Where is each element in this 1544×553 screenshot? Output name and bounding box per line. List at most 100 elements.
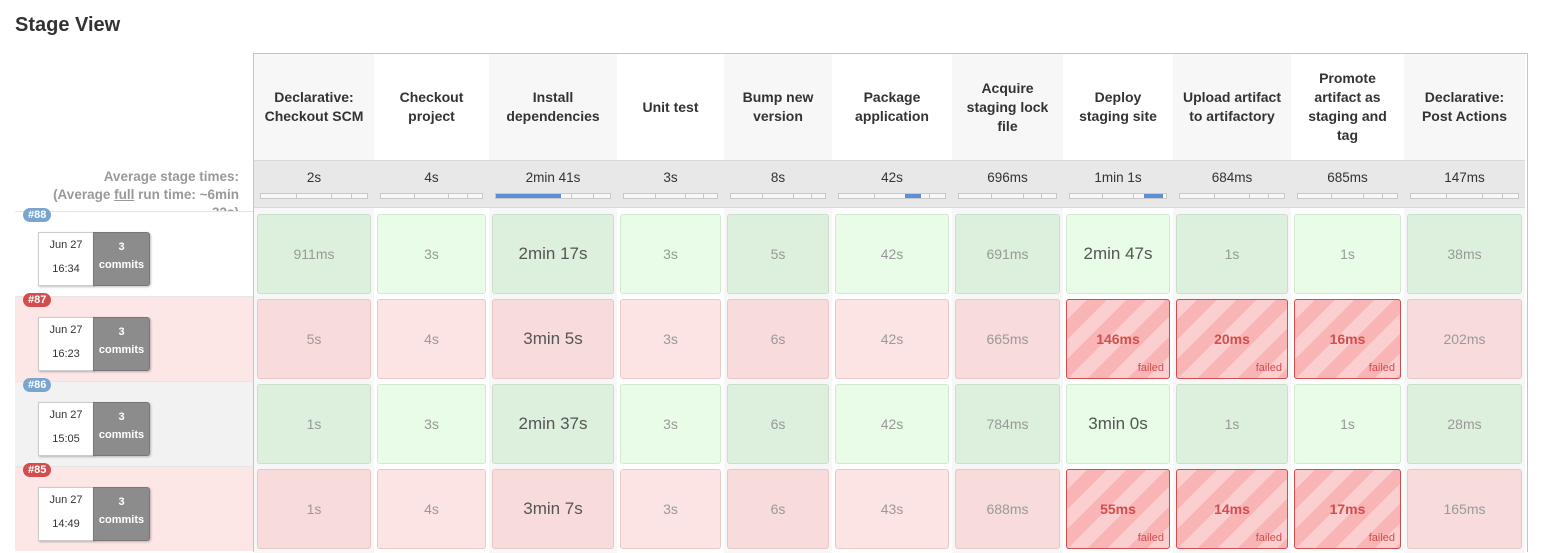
stage-duration: 3min 5s (523, 329, 583, 348)
commits-count: 3 (118, 411, 125, 423)
stage-duration: 3s (424, 416, 439, 432)
run-date-box: Jun 27 16:23 (38, 317, 94, 371)
stage-cell[interactable]: 1s (1176, 214, 1288, 294)
stage-header: Deploy staging site (1079, 89, 1157, 124)
run-summary[interactable]: Jun 27 16:23 3 commits #87 (15, 293, 253, 381)
stage-duration: 691ms (986, 246, 1029, 262)
build-number-badge[interactable]: #88 (23, 208, 52, 222)
stage-duration: 1s (1340, 246, 1355, 262)
full-run-link[interactable]: full (114, 187, 134, 202)
stage-cell[interactable]: 5s (257, 299, 371, 379)
stage-cell[interactable]: 1s (1294, 384, 1401, 464)
bar-tick (685, 194, 687, 198)
stage-cell[interactable]: 42s (835, 214, 949, 294)
stage-cell[interactable]: 43s (835, 469, 949, 549)
page-title: Stage View (15, 14, 121, 36)
stage-cell[interactable]: 2min 17s (492, 214, 614, 294)
stage-cell[interactable]: 665ms (955, 299, 1060, 379)
bar-tick (592, 194, 594, 198)
run-summary[interactable]: Jun 27 14:49 3 commits #85 (15, 463, 253, 551)
commits-button[interactable]: 3 commits (93, 487, 150, 541)
stage-cell[interactable]: 1s (257, 469, 371, 549)
stage-duration: 1s (1224, 416, 1240, 432)
run-time: 16:23 (52, 348, 80, 360)
stage-average-time: 42s (881, 170, 903, 185)
commits-button[interactable]: 3 commits (93, 232, 150, 286)
run-summary[interactable]: Jun 27 16:34 3 commits #88 (15, 208, 253, 296)
stage-duration: 3s (663, 331, 678, 347)
bar-tick (1501, 194, 1503, 198)
commits-button[interactable]: 3 commits (93, 317, 150, 371)
stage-cell[interactable]: 3min 0s (1066, 384, 1170, 464)
stage-cell[interactable]: 3min 7s (492, 469, 614, 549)
stage-cell[interactable]: 2min 47s (1066, 214, 1170, 294)
stage-duration: 6s (770, 331, 786, 347)
stage-average-time: 3s (663, 170, 678, 185)
stage-duration: 1s (306, 416, 322, 432)
stage-cell[interactable]: 3s (620, 214, 721, 294)
run-date: Jun 27 (49, 239, 83, 251)
stage-cell[interactable]: 202ms (1407, 299, 1522, 379)
run-date-box: Jun 27 14:49 (38, 487, 94, 541)
stage-cell[interactable]: 911ms (257, 214, 371, 294)
stage-cell[interactable]: 691ms (955, 214, 1060, 294)
stage-grid: Declarative: Checkout SCM 2s 911ms 5s 1s 1s Ch… (253, 53, 1528, 553)
bar-tick (1446, 194, 1448, 198)
stage-cell[interactable]: 42s (835, 384, 949, 464)
stage-average-time: 1min 1s (1094, 170, 1142, 185)
bar-tick (654, 194, 656, 198)
stage-cell[interactable]: 165ms (1407, 469, 1522, 549)
stage-cell[interactable]: 1s (1176, 384, 1288, 464)
stage-cell[interactable]: 20ms failed (1176, 299, 1288, 379)
stage-cell[interactable]: 3s (620, 469, 721, 549)
stage-cell[interactable]: 784ms (955, 384, 1060, 464)
stage-cell[interactable]: 4s (377, 469, 486, 549)
stage-cell[interactable]: 1s (257, 384, 371, 464)
stage-cell[interactable]: 3s (620, 384, 721, 464)
stage-average-time: 147ms (1444, 170, 1485, 185)
stage-cell[interactable]: 3s (620, 299, 721, 379)
stage-cell[interactable]: 28ms (1407, 384, 1522, 464)
build-number-badge[interactable]: #86 (23, 378, 52, 392)
stage-cell[interactable]: 1s (1294, 214, 1401, 294)
stage-duration: 911ms (293, 246, 335, 262)
stage-cell[interactable]: 5s (727, 214, 829, 294)
stage-cell[interactable]: 14ms failed (1176, 469, 1288, 549)
stage-cell[interactable]: 3s (377, 214, 486, 294)
run-summary[interactable]: Jun 27 15:05 3 commits #86 (15, 378, 253, 466)
stage-average-bar (260, 193, 368, 199)
stage-duration: 165ms (1443, 501, 1486, 517)
stage-average-bar (1297, 193, 1398, 199)
build-number-badge[interactable]: #87 (23, 293, 52, 307)
stage-cell[interactable]: 17ms failed (1294, 469, 1401, 549)
failed-label: failed (1137, 532, 1164, 544)
stage-cell[interactable]: 3min 5s (492, 299, 614, 379)
bar-tick (1268, 194, 1270, 198)
stage-duration: 5s (306, 331, 322, 347)
stage-cell[interactable]: 6s (727, 384, 829, 464)
stage-cell[interactable]: 146ms failed (1066, 299, 1170, 379)
stage-cell[interactable]: 55ms failed (1066, 469, 1170, 549)
stage-average-bar (623, 193, 718, 199)
stage-cell[interactable]: 38ms (1407, 214, 1522, 294)
stage-cell[interactable]: 6s (727, 469, 829, 549)
stage-duration: 2min 37s (518, 414, 588, 433)
commits-button[interactable]: 3 commits (93, 402, 150, 456)
stage-average: 696ms (952, 160, 1063, 208)
run-time: 15:05 (52, 433, 80, 445)
stage-cell[interactable]: 16ms failed (1294, 299, 1401, 379)
build-number-badge[interactable]: #85 (23, 463, 52, 477)
stage-cell[interactable]: 6s (727, 299, 829, 379)
stage-cell[interactable]: 2min 37s (492, 384, 614, 464)
stage-cell[interactable]: 4s (377, 299, 486, 379)
stage-average: 4s (374, 160, 489, 208)
stage-column: Deploy staging site 1min 1s 2min 47s 146ms f… (1063, 54, 1173, 553)
stage-duration: 42s (880, 416, 904, 432)
stage-cell[interactable]: 3s (377, 384, 486, 464)
scrollbar[interactable] (1528, 53, 1544, 552)
stage-duration: 3s (424, 246, 439, 262)
commits-label: commits (98, 429, 145, 441)
stage-cell[interactable]: 688ms (955, 469, 1060, 549)
stage-duration: 6s (770, 416, 786, 432)
stage-cell[interactable]: 42s (835, 299, 949, 379)
